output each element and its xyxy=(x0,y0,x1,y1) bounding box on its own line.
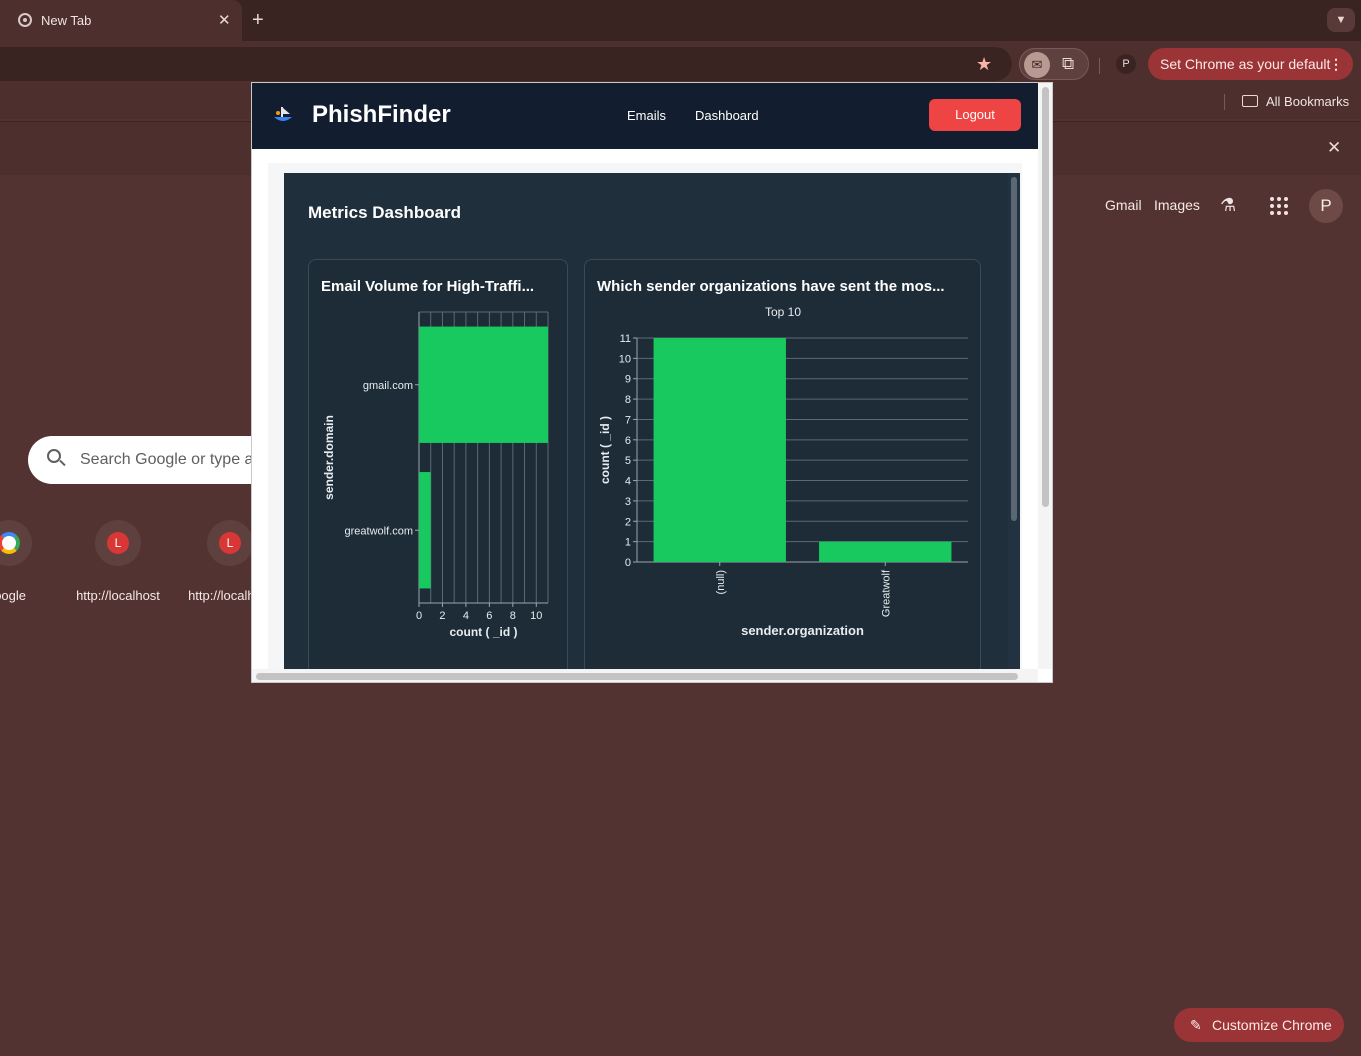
x-tick-label: 10 xyxy=(530,610,542,622)
scrollbar-thumb[interactable] xyxy=(1011,177,1017,521)
scrollbar[interactable] xyxy=(1008,173,1020,669)
x-tick-label: 4 xyxy=(463,610,469,622)
new-tab-button[interactable]: + xyxy=(252,9,264,32)
shortcut-tile xyxy=(0,520,32,566)
puzzle-icon[interactable]: ⧉ xyxy=(1062,54,1074,74)
address-bar[interactable] xyxy=(0,47,1012,81)
y-tick-label: 10 xyxy=(619,353,631,365)
nav-emails[interactable]: Emails xyxy=(627,108,666,123)
nav-dashboard[interactable]: Dashboard xyxy=(695,108,759,123)
google-icon xyxy=(0,532,20,554)
gmail-link[interactable]: Gmail xyxy=(1105,197,1142,213)
metrics-dashboard: Metrics Dashboard Email Volume for High-… xyxy=(284,173,1020,669)
close-icon[interactable]: ✕ xyxy=(218,11,231,29)
shortcut-tile: L xyxy=(95,520,141,566)
divider xyxy=(1099,58,1100,74)
x-tick-label: 0 xyxy=(416,610,422,622)
star-icon[interactable]: ★ xyxy=(976,54,992,75)
domain-bar-chart: gmail.com greatwolf.com 0 2 4 6 8 10 count ( _id… xyxy=(322,311,549,639)
customize-chrome-button[interactable]: ✎ Customize Chrome xyxy=(1174,1008,1344,1042)
y-tick-label: 4 xyxy=(625,476,631,488)
shortcut-localhost[interactable]: L http://localhost xyxy=(73,520,163,603)
chart-subtitle: Top 10 xyxy=(765,305,801,319)
bar xyxy=(653,338,786,562)
divider xyxy=(1224,94,1225,110)
y-tick-label: 3 xyxy=(625,496,631,508)
customize-chrome-label: Customize Chrome xyxy=(1212,1017,1332,1033)
y-tick-label: greatwolf.com xyxy=(345,525,413,537)
scrollbar-thumb[interactable] xyxy=(1042,87,1049,507)
chart-card-organization: Which sender organizations have sent the… xyxy=(584,259,981,669)
chart-card-domain: Email Volume for High-Traffi... gmail.co… xyxy=(308,259,568,669)
y-tick-label: 5 xyxy=(625,455,631,467)
popup-horizontal-scrollbar[interactable] xyxy=(252,669,1038,682)
x-axis-label: sender.organization xyxy=(741,623,864,638)
y-tick-label: 8 xyxy=(625,394,631,406)
x-tick-label: (null) xyxy=(715,570,727,594)
shortcut-label: http://localhost xyxy=(76,588,160,603)
bar xyxy=(819,541,952,562)
avatar[interactable]: P xyxy=(1309,189,1343,223)
images-link[interactable]: Images xyxy=(1154,197,1200,213)
tab-title: New Tab xyxy=(41,13,92,28)
extension-popup: PhishFinder Emails Dashboard Logout Metr… xyxy=(251,82,1053,683)
logout-button[interactable]: Logout xyxy=(929,99,1021,131)
y-axis-label: count ( _id ) xyxy=(598,416,612,484)
set-default-button[interactable]: Set Chrome as your default ⋮ xyxy=(1148,48,1353,80)
scrollbar-thumb[interactable] xyxy=(256,673,1018,680)
x-tick-label: Greatwolf xyxy=(880,569,892,617)
x-axis-label: count ( _id ) xyxy=(450,625,518,639)
brand-name: PhishFinder xyxy=(312,101,451,128)
shortcut-tile: L xyxy=(207,520,253,566)
toolbar: ★ ✉ ⧉ P Set Chrome as your default ⋮ xyxy=(0,41,1361,87)
x-tick-label: 8 xyxy=(510,610,516,622)
y-tick-label: 6 xyxy=(625,435,631,447)
y-tick-label: 9 xyxy=(625,374,631,386)
y-tick-label: 7 xyxy=(625,414,631,426)
profile-button[interactable]: P xyxy=(1116,54,1136,74)
shortcut-label: Google xyxy=(0,588,26,603)
page-title: Metrics Dashboard xyxy=(308,203,462,222)
phishfinder-extension-icon[interactable]: ✉ xyxy=(1024,52,1050,78)
pencil-icon: ✎ xyxy=(1190,1017,1202,1033)
popup-vertical-scrollbar[interactable] xyxy=(1038,83,1052,669)
y-tick-label: 2 xyxy=(625,516,631,528)
y-tick-label: gmail.com xyxy=(363,380,413,392)
bar xyxy=(419,326,548,443)
shortcut-google[interactable]: Google xyxy=(0,520,54,603)
folder-icon xyxy=(1242,95,1258,107)
x-tick-label: 6 xyxy=(486,610,492,622)
chevron-down-icon[interactable]: ▼ xyxy=(1327,8,1355,32)
x-tick-label: 2 xyxy=(439,610,445,622)
close-icon[interactable]: ✕ xyxy=(1327,138,1341,158)
app-header: PhishFinder Emails Dashboard Logout xyxy=(252,83,1038,149)
search-box[interactable]: Search Google or type a URL xyxy=(28,436,290,484)
chrome-icon xyxy=(18,13,32,27)
y-tick-label: 0 xyxy=(625,557,631,569)
organization-bar-chart: Top 10 0 1 2 3 4 5 6 7 8 9 10 11 (null) Greatwolf sende… xyxy=(598,305,968,638)
shortcut-letter: L xyxy=(107,532,129,554)
apps-grid-icon[interactable] xyxy=(1270,197,1288,215)
all-bookmarks-link[interactable]: All Bookmarks xyxy=(1266,94,1349,109)
y-axis-label: sender.domain xyxy=(322,415,336,500)
set-default-label: Set Chrome as your default xyxy=(1160,56,1331,72)
shortcut-letter: L xyxy=(219,532,241,554)
search-icon xyxy=(47,449,61,463)
phish-logo-icon xyxy=(274,107,292,121)
y-tick-label: 11 xyxy=(620,333,631,345)
tab-new-tab[interactable]: New Tab ✕ xyxy=(0,0,242,41)
kebab-menu-icon[interactable]: ⋮ xyxy=(1329,48,1343,80)
y-tick-label: 1 xyxy=(625,537,631,549)
tab-strip: New Tab ✕ + ▼ xyxy=(0,0,1361,41)
extensions-pill: ✉ ⧉ xyxy=(1019,48,1089,80)
labs-flask-icon[interactable]: ⚗ xyxy=(1220,195,1236,216)
bar xyxy=(419,472,431,589)
